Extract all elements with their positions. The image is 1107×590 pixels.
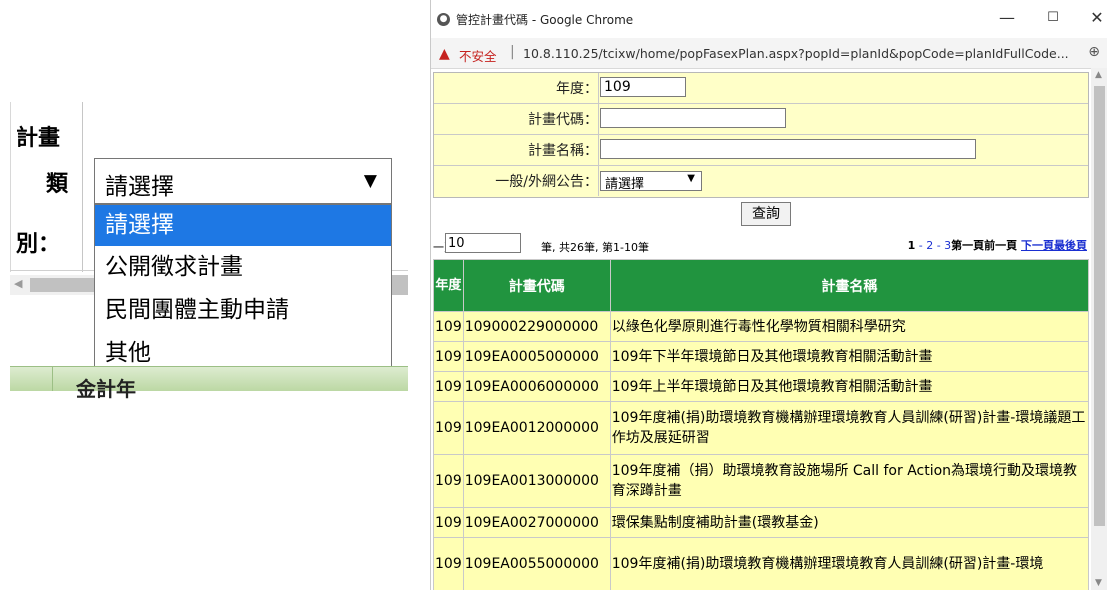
table-row[interactable]: 109 109EA0013000000 109年度補（捐）助環境教育設施場所 C… [433, 454, 1090, 508]
form-border-left [10, 102, 11, 272]
col-header-code[interactable]: 計畫代碼 [462, 259, 611, 312]
record-summary: 筆, 共26筆, 第1-10筆 [541, 241, 649, 254]
cell-year: 109 [433, 537, 464, 590]
row-divider [598, 135, 599, 165]
plan-type-select[interactable]: 請選擇 ▼ [94, 158, 392, 204]
next-last-page-link[interactable]: 下一頁最後頁 [1021, 239, 1087, 252]
form-column-divider [82, 102, 83, 272]
cell-name: 環保集點制度補助計畫(環教基金) [609, 507, 1090, 538]
table-header-row: 年度 計畫代碼 計畫名稱 [433, 259, 1090, 312]
horizontal-scrollbar[interactable]: ◀ [10, 275, 94, 295]
url-text[interactable]: 10.8.110.25/tcixw/home/popFasexPlan.aspx… [523, 46, 1069, 61]
year-input[interactable] [600, 77, 686, 97]
cell-name: 109年度補（捐）助環境教育設施場所 Call for Action為環境行動及… [609, 454, 1090, 508]
table-row[interactable]: 109 109000229000000 以綠色化學原則進行毒性化學物質相關科學研… [433, 311, 1090, 342]
cell-year: 109 [433, 371, 464, 402]
partial-table-header: 金計年 [10, 366, 408, 401]
cell-name: 109年度補(捐)助環境教育機構辦理環境教育人員訓練(研習)計畫-環境 [609, 537, 1090, 590]
dropdown-option-civil-group[interactable]: 民間團體主動申請 [95, 289, 391, 332]
plan-code-label: 計畫代碼： [528, 112, 598, 128]
results-table: 年度 計畫代碼 計畫名稱 109 109000229000000 以綠色化學原則… [433, 259, 1090, 590]
plan-type-label-line1: 計畫 [16, 126, 61, 151]
pager-links: 1 - 2 - 3第一頁前一頁 下一頁最後頁 [908, 237, 1087, 253]
page-links[interactable]: - 2 - 3 [915, 239, 951, 252]
horizontal-scroll-thumb-right[interactable] [392, 275, 408, 295]
table-row[interactable]: 109 109EA0055000000 109年度補(捐)助環境教育機構辦理環境… [433, 537, 1090, 590]
notice-row: 一般/外網公告： 請選擇 ▼ [434, 166, 1088, 196]
window-titlebar[interactable]: ● 管控計畫代碼 - Google Chrome — ☐ ✕ [431, 0, 1107, 38]
year-label: 年度： [556, 81, 598, 97]
plan-type-select-value: 請選擇 [105, 174, 174, 200]
scroll-up-icon[interactable]: ▲ [1095, 70, 1102, 80]
page-content: 年度： 計畫代碼： 計畫名稱： 一般/外網公告： 請選擇 ▼ [431, 68, 1091, 590]
partial-header-text: 金計年 [76, 377, 136, 401]
notice-label: 一般/外網公告： [495, 174, 598, 190]
cell-code[interactable]: 109000229000000 [462, 311, 611, 342]
notice-select-value: 請選擇 [605, 177, 645, 192]
dropdown-option-please-select[interactable]: 請選擇 [95, 205, 391, 246]
popup-window: ● 管控計畫代碼 - Google Chrome — ☐ ✕ ▲ 不安全 | 1… [430, 0, 1107, 590]
cell-name: 109年上半年環境節日及其他環境教育相關活動計畫 [609, 371, 1090, 402]
chevron-down-icon: ▼ [687, 173, 695, 184]
plan-type-dropdown-list: 請選擇 公開徵求計畫 民間團體主動申請 其他 [94, 204, 392, 387]
row-divider [598, 73, 599, 103]
row-divider [598, 166, 599, 196]
cell-code[interactable]: 109EA0027000000 [462, 507, 611, 538]
cell-name: 以綠色化學原則進行毒性化學物質相關科學研究 [609, 311, 1090, 342]
insecure-label[interactable]: 不安全 [459, 46, 497, 65]
first-prev-page: 第一頁前一頁 [951, 239, 1018, 252]
cell-year: 109 [433, 401, 464, 455]
cell-name: 109年下半年環境節日及其他環境教育相關活動計畫 [609, 341, 1090, 372]
notice-select[interactable]: 請選擇 ▼ [600, 171, 702, 192]
cell-year: 109 [433, 311, 464, 342]
warning-icon[interactable]: ▲ [439, 46, 450, 62]
maximize-button[interactable]: ☐ [1043, 10, 1063, 25]
scroll-left-icon[interactable]: ◀ [14, 277, 22, 290]
year-row: 年度： [434, 73, 1088, 104]
page-size-input[interactable] [445, 233, 521, 253]
plan-type-label-line3: 別： [16, 232, 61, 257]
cell-code[interactable]: 109EA0006000000 [462, 371, 611, 402]
cell-code[interactable]: 109EA0012000000 [462, 401, 611, 455]
name-row: 計畫名稱： [434, 135, 1088, 166]
col-header-name[interactable]: 計畫名稱 [609, 259, 1090, 312]
cell-year: 109 [433, 341, 464, 372]
horizontal-scroll-thumb[interactable] [30, 278, 94, 292]
table-row[interactable]: 109 109EA0012000000 109年度補(捐)助環境教育機構辦理環境… [433, 401, 1090, 455]
table-row[interactable]: 109 109EA0005000000 109年下半年環境節日及其他環境教育相關… [433, 341, 1090, 372]
zoom-icon[interactable]: ⊕ [1088, 44, 1100, 60]
table-row[interactable]: 109 109EA0006000000 109年上半年環境節日及其他環境教育相關… [433, 371, 1090, 402]
vertical-scrollbar[interactable]: ▲ ▼ [1091, 68, 1107, 590]
cell-year: 109 [433, 507, 464, 538]
search-form: 年度： 計畫代碼： 計畫名稱： 一般/外網公告： 請選擇 ▼ [433, 72, 1089, 198]
partial-header-cell [52, 367, 69, 391]
chevron-down-icon: ▼ [363, 171, 377, 191]
window-title: 管控計畫代碼 - Google Chrome [456, 13, 634, 27]
close-button[interactable]: ✕ [1087, 8, 1107, 27]
table-row[interactable]: 109 109EA0027000000 環保集點制度補助計畫(環教基金) [433, 507, 1090, 538]
cell-code[interactable]: 109EA0005000000 [462, 341, 611, 372]
cell-code[interactable]: 109EA0013000000 [462, 454, 611, 508]
vertical-scroll-thumb[interactable] [1094, 86, 1105, 526]
left-form-panel: 計畫 類 別： 請選擇 ▼ 請選擇 公開徵求計畫 民間團體主動申請 其他 ◀ 金… [0, 0, 430, 590]
col-header-year[interactable]: 年度 [433, 259, 464, 312]
plan-name-label: 計畫名稱： [528, 143, 598, 159]
cell-year: 109 [433, 454, 464, 508]
code-row: 計畫代碼： [434, 104, 1088, 135]
plan-name-input[interactable] [600, 139, 976, 159]
chrome-icon: ● [437, 13, 450, 26]
row-divider [598, 104, 599, 134]
plan-type-label-line2: 類 [46, 172, 69, 197]
query-button[interactable]: 查詢 [741, 202, 791, 226]
cell-code[interactable]: 109EA0055000000 [462, 537, 611, 590]
minimize-button[interactable]: — [997, 8, 1017, 27]
address-separator: | [510, 44, 515, 60]
address-bar[interactable]: ▲ 不安全 | 10.8.110.25/tcixw/home/popFasexP… [431, 38, 1107, 69]
cell-name: 109年度補(捐)助環境教育機構辦理環境教育人員訓練(研習)計畫-環境議題工作坊… [609, 401, 1090, 455]
pager: 一頁 筆, 共26筆, 第1-10筆 1 - 2 - 3第一頁前一頁 下一頁最後… [431, 233, 1091, 255]
scroll-down-icon[interactable]: ▼ [1095, 578, 1102, 588]
plan-code-input[interactable] [600, 108, 786, 128]
dropdown-option-public-call[interactable]: 公開徵求計畫 [95, 246, 391, 289]
